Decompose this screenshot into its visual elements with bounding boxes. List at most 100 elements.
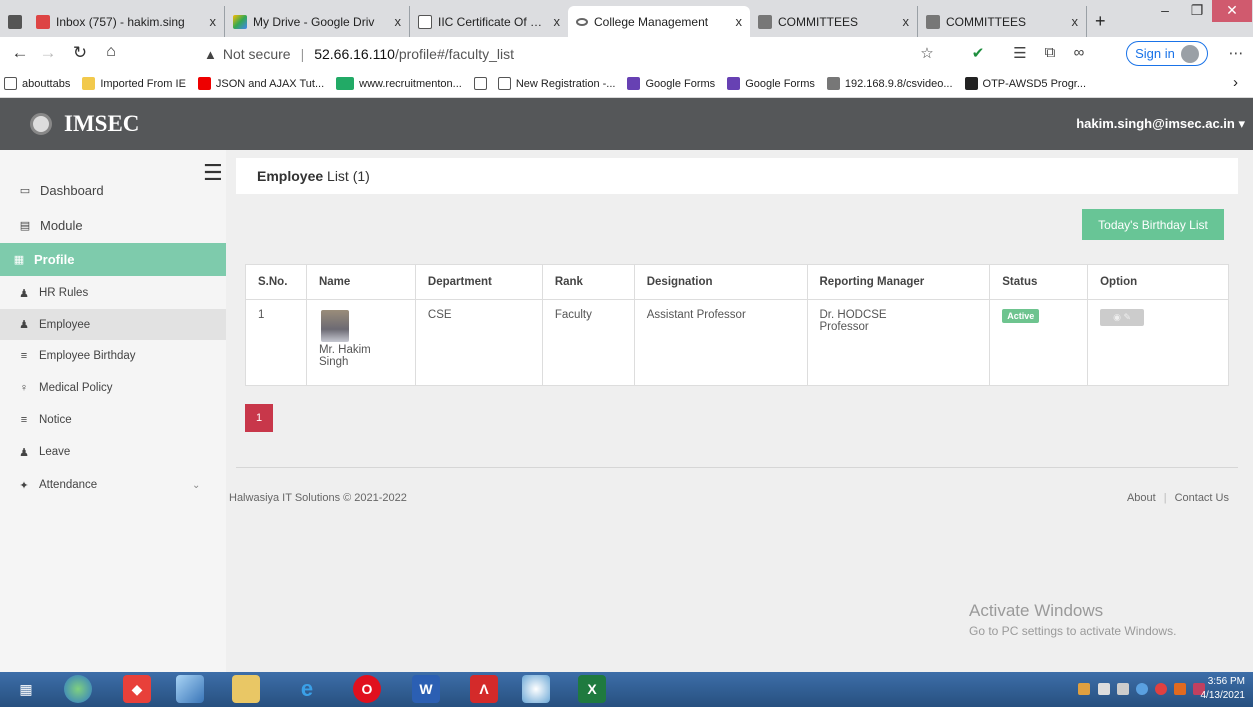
sidebar-item-profile[interactable]: ▦ Profile xyxy=(0,243,226,276)
sidebar-item-attendance[interactable]: ✦ Attendance ⌄ xyxy=(0,473,226,497)
todays-birthday-button[interactable]: Today's Birthday List xyxy=(1082,209,1224,240)
bookmark-google-forms-1[interactable]: Google Forms xyxy=(627,77,715,90)
contact-us-link[interactable]: Contact Us xyxy=(1175,492,1229,504)
tray-icon[interactable] xyxy=(1136,683,1148,695)
tray-icon[interactable] xyxy=(1078,683,1090,695)
collections-icon[interactable]: ⧉ xyxy=(1040,44,1060,61)
close-icon[interactable]: x xyxy=(736,14,743,29)
tab-label: My Drive - Google Driv xyxy=(253,14,375,29)
bookmark-otp-awsd5[interactable]: OTP-AWSD5 Progr... xyxy=(964,77,1086,90)
new-tab-button[interactable]: + xyxy=(1087,6,1117,37)
sidebar-item-employee-birthday[interactable]: ≡ Employee Birthday xyxy=(0,344,226,368)
cell-status: Active xyxy=(989,299,1089,386)
more-menu-icon[interactable]: ⋯ xyxy=(1226,44,1246,62)
sidebar-item-label: Dashboard xyxy=(40,182,104,198)
cell-sno: 1 xyxy=(245,299,307,386)
manager-title: Professor xyxy=(819,321,869,333)
app-icon[interactable] xyxy=(176,675,204,703)
sidebar-item-label: Module xyxy=(40,217,83,233)
tab-committees-2[interactable]: COMMITTEES x xyxy=(918,6,1087,37)
about-link[interactable]: About xyxy=(1127,492,1156,504)
tab-college-management[interactable]: College Management x xyxy=(568,6,750,37)
sidebar-item-medical-policy[interactable]: ♀ Medical Policy xyxy=(0,376,226,400)
forward-icon[interactable]: → xyxy=(36,43,60,63)
excel-icon[interactable]: X xyxy=(578,675,606,703)
tray-icon[interactable] xyxy=(1155,683,1167,695)
file-explorer-icon[interactable] xyxy=(232,675,260,703)
infinity-icon xyxy=(576,17,588,26)
clock-date: 4/13/2021 xyxy=(1200,690,1246,701)
tab-google-drive[interactable]: My Drive - Google Driv x xyxy=(225,6,410,37)
close-icon[interactable]: x xyxy=(554,14,561,29)
word-icon[interactable]: W xyxy=(412,675,440,703)
footer-links: About | Contact Us xyxy=(1127,492,1229,504)
bookmark-json-ajax[interactable]: JSON and AJAX Tut... xyxy=(197,77,324,90)
internet-explorer-icon[interactable]: e xyxy=(293,675,321,703)
close-icon[interactable]: x xyxy=(903,14,910,29)
address-bar[interactable]: ▲ Not secure | 52.66.16.110/profile#/fac… xyxy=(204,42,899,66)
bookmark-google-forms-2[interactable]: Google Forms xyxy=(727,77,815,90)
bookmark-recruitment[interactable]: www.recruitmenton... xyxy=(336,77,462,90)
option-buttons[interactable]: ◉ ✎ xyxy=(1100,309,1145,326)
activation-watermark-title: Activate Windows xyxy=(969,601,1104,620)
opera-icon[interactable]: O xyxy=(353,675,381,703)
window-close-icon[interactable]: ✕ xyxy=(1212,0,1252,22)
column-header: Option xyxy=(1087,264,1229,300)
close-icon[interactable]: x xyxy=(210,14,217,29)
sidebar-item-dashboard[interactable]: ▭ Dashboard xyxy=(0,178,226,202)
bookmark-label: abouttabs xyxy=(22,77,71,90)
acrobat-icon[interactable]: Λ xyxy=(470,675,498,703)
tab-committees-1[interactable]: COMMITTEES x xyxy=(750,6,918,37)
bookmark-abouttabs[interactable]: abouttabs xyxy=(4,77,70,90)
network-signal-icon[interactable] xyxy=(1098,683,1110,695)
cell-reporting-manager: Dr. HODCSE Professor xyxy=(806,299,991,386)
warning-icon: ▲ xyxy=(204,46,217,62)
bookmark-label: www.recruitmenton... xyxy=(359,77,462,90)
user-menu[interactable]: hakim.singh@imsec.ac.in ▾ xyxy=(1076,116,1245,132)
minimize-icon[interactable]: – xyxy=(1148,0,1182,22)
column-header: Department xyxy=(414,264,543,300)
sidebar-item-leave[interactable]: ♟ Leave xyxy=(0,440,226,464)
tab-gmail[interactable]: Inbox (757) - hakim.sing x xyxy=(28,6,225,37)
tray-icon[interactable] xyxy=(1117,683,1129,695)
edge-globe-icon[interactable] xyxy=(64,675,92,703)
page-icon xyxy=(418,14,432,29)
url-path: /profile#/faculty_list xyxy=(394,46,514,62)
profile-sync-icon[interactable]: ∞ xyxy=(1069,44,1089,61)
maximize-icon[interactable]: ❐ xyxy=(1180,0,1214,22)
close-icon[interactable]: x xyxy=(1072,14,1079,29)
system-clock[interactable]: 3:56 PM 4/13/2021 xyxy=(1201,675,1246,703)
tab-actions-button[interactable] xyxy=(0,6,28,37)
add-favorite-icon[interactable]: ☆ xyxy=(917,44,937,62)
view-icon[interactable]: ◉ xyxy=(1113,312,1121,322)
tab-label: COMMITTEES xyxy=(946,14,1026,29)
favorites-icon[interactable]: ☰ xyxy=(1010,44,1030,62)
anydesk-icon[interactable]: ◆ xyxy=(123,675,151,703)
more-bookmarks-icon[interactable]: › xyxy=(1233,74,1238,91)
start-button-icon[interactable]: ▦ xyxy=(12,675,40,703)
extension-check-icon[interactable]: ✔ xyxy=(968,44,988,62)
close-icon[interactable]: x xyxy=(395,14,402,29)
bookmark-csvideo[interactable]: 192.168.9.8/csvideo... xyxy=(826,77,953,90)
edit-icon[interactable]: ✎ xyxy=(1124,312,1132,322)
logo-emblem-icon xyxy=(30,113,52,135)
tray-icon[interactable] xyxy=(1174,683,1186,695)
paint-icon[interactable] xyxy=(522,675,550,703)
tab-iic-certificate[interactable]: IIC Certificate Of Establ x xyxy=(410,6,568,37)
sidebar-item-label: Employee xyxy=(39,318,91,331)
sidebar-item-employee[interactable]: ♟ Employee xyxy=(0,309,226,340)
home-icon[interactable]: ⌂ xyxy=(99,43,123,61)
sign-in-button[interactable]: Sign in xyxy=(1126,41,1208,66)
app-logo[interactable]: IMSEC xyxy=(30,111,139,137)
sidebar-item-module[interactable]: ▤ Module xyxy=(0,213,226,237)
sidebar-item-hr-rules[interactable]: ♟ HR Rules xyxy=(0,281,226,305)
bookmark-new-registration[interactable]: New Registration -... xyxy=(497,77,615,90)
sidebar-item-notice[interactable]: ≡ Notice xyxy=(0,408,226,432)
cell-option: ◉ ✎ xyxy=(1087,299,1229,386)
employee-name[interactable]: Mr. Hakim Singh xyxy=(319,344,389,368)
reload-icon[interactable]: ↻ xyxy=(68,43,92,63)
pagination-page-1[interactable]: 1 xyxy=(245,404,273,432)
bookmark-imported-from-ie[interactable]: Imported From IE xyxy=(82,77,186,90)
bookmark-blank[interactable] xyxy=(473,77,492,90)
back-icon[interactable]: ← xyxy=(8,43,32,63)
